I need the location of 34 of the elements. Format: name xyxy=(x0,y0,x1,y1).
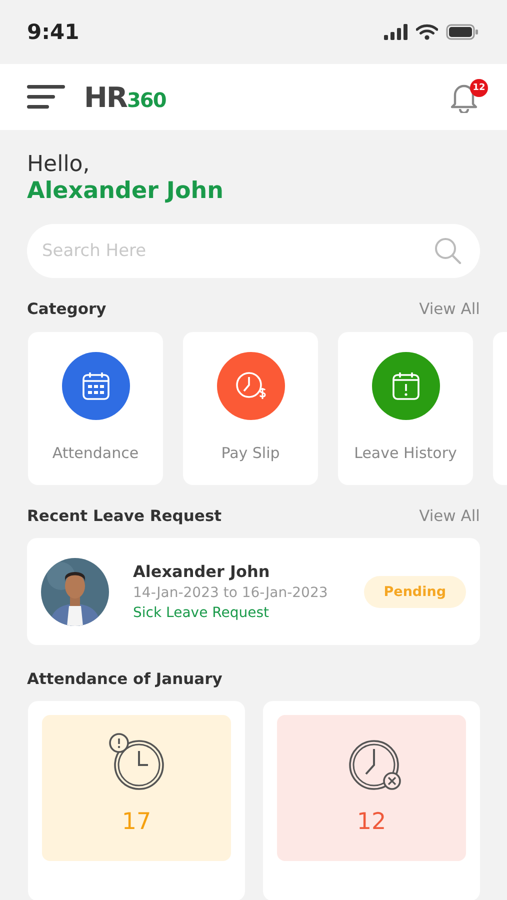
category-label: Pay Slip xyxy=(221,444,280,462)
battery-icon xyxy=(446,24,479,40)
leave-request-card[interactable]: Alexander John 14-Jan-2023 to 16-Jan-2023 Sick Leave Request Pending xyxy=(27,538,480,645)
view-all-link[interactable]: View All xyxy=(419,300,480,318)
logo-text: HR xyxy=(84,80,127,114)
menu-icon[interactable] xyxy=(27,84,66,110)
section-title: Attendance of January xyxy=(27,670,222,688)
stat-value: 17 xyxy=(122,809,152,835)
greeting-text: Hello, xyxy=(27,152,91,177)
category-label: Attendance xyxy=(52,444,139,462)
signal-icon xyxy=(384,24,408,40)
clock-alert-icon xyxy=(106,731,166,791)
clock-time: 9:41 xyxy=(27,20,80,44)
calendar-icon xyxy=(82,371,110,401)
status-badge: Pending xyxy=(364,576,466,608)
view-all-link[interactable]: View All xyxy=(419,507,480,525)
stat-card[interactable]: 17 xyxy=(28,701,245,900)
stat-card[interactable]: 12 xyxy=(263,701,480,900)
employee-name: Alexander John xyxy=(133,562,271,581)
user-name: Alexander John xyxy=(27,178,225,204)
calendar-alert-icon xyxy=(392,371,420,401)
logo-number: 360 xyxy=(127,88,166,112)
category-card[interactable]: Leave History xyxy=(338,332,473,485)
section-title: Category xyxy=(27,300,106,318)
category-card[interactable]: Attendance xyxy=(28,332,163,485)
section-title: Recent Leave Request xyxy=(27,507,222,525)
wifi-icon xyxy=(416,24,438,40)
stat-value: 12 xyxy=(356,809,386,835)
category-card[interactable]: Pay Slip xyxy=(183,332,318,485)
category-label: Leave History xyxy=(354,444,457,462)
notification-badge: 12 xyxy=(470,79,488,97)
clock-dollar-icon xyxy=(234,371,266,401)
leave-dates: 14-Jan-2023 to 16-Jan-2023 xyxy=(133,585,328,601)
leave-type: Sick Leave Request xyxy=(133,605,270,621)
